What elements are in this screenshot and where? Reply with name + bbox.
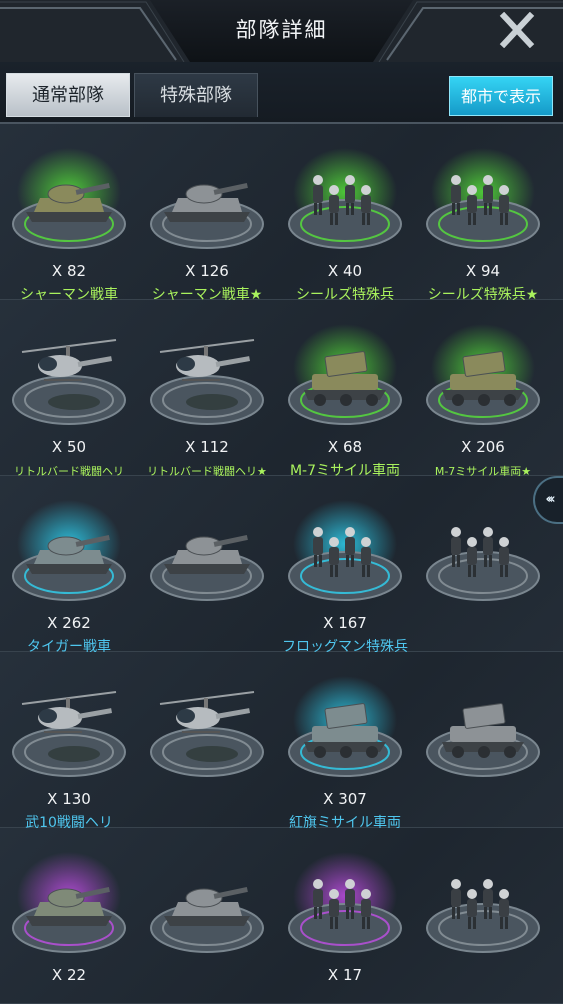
tank-icon (150, 534, 264, 601)
tank-icon (150, 182, 264, 249)
unit-card[interactable] (414, 828, 552, 1003)
unit-card[interactable]: X 17 (276, 828, 414, 1003)
missile-vehicle-icon (426, 324, 540, 425)
unit-count: X 130 (47, 790, 91, 808)
missile-vehicle-icon (426, 703, 540, 777)
unit-card[interactable]: X 112 リトルバード戦闘ヘリ★ (138, 300, 276, 478)
tab-normal-units[interactable]: 通常部隊 (6, 73, 130, 117)
unit-count: X 167 (323, 614, 367, 632)
helicopter-icon (12, 691, 126, 777)
tab-special-units[interactable]: 特殊部隊 (134, 73, 258, 117)
unit-count: X 22 (51, 966, 87, 984)
unit-card[interactable]: X 167 フロッグマン特殊兵 (276, 476, 414, 655)
soldiers-icon (288, 500, 402, 601)
unit-card[interactable] (414, 476, 552, 651)
unit-card[interactable] (138, 828, 276, 1003)
tank-icon (12, 500, 126, 601)
helicopter-icon (12, 339, 126, 425)
unit-count: X 126 (185, 262, 229, 280)
missile-vehicle-icon (288, 324, 402, 425)
helicopter-icon (150, 339, 264, 425)
unit-count: X 17 (327, 966, 363, 984)
unit-count: X 112 (185, 438, 229, 456)
unit-card[interactable]: X 262 タイガー戦車 (0, 476, 138, 655)
close-icon[interactable] (497, 12, 537, 48)
tank-icon (12, 148, 126, 249)
unit-card[interactable]: X 22 (0, 828, 138, 1003)
unit-card[interactable]: X 40 シールズ特殊兵 (276, 124, 414, 303)
unit-row: X 82 シャーマン戦車 X 126 シャーマン戦車★ X 40 シールズ特殊兵 X 94 シ… (0, 124, 563, 303)
unit-card[interactable] (414, 652, 552, 827)
unit-count: X 40 (327, 262, 363, 280)
helicopter-icon (150, 691, 264, 777)
missile-vehicle-icon (288, 676, 402, 777)
unit-row: X 50 リトルバード戦闘ヘリ X 112 リトルバード戦闘ヘリ★ X 68 M-7ミサイ… (0, 300, 563, 479)
soldiers-icon (288, 148, 402, 249)
unit-count: X 82 (51, 262, 87, 280)
unit-count: X 68 (327, 438, 363, 456)
unit-card[interactable]: X 94 シールズ特殊兵★ (414, 124, 552, 303)
page-title: 部隊詳細 (235, 18, 328, 42)
unit-card[interactable]: X 50 リトルバード戦闘ヘリ (0, 300, 138, 478)
unit-card[interactable] (138, 476, 276, 651)
header-bar: 部隊詳細 (0, 0, 563, 63)
tab-bar: 通常部隊 特殊部隊 都市で表示 (0, 62, 563, 124)
unit-count: X 50 (51, 438, 87, 456)
soldiers-icon (426, 879, 540, 953)
soldiers-icon (426, 148, 540, 249)
unit-row: X 22 X 17 (0, 828, 563, 1004)
unit-count: X 94 (465, 262, 501, 280)
unit-card[interactable]: X 68 M-7ミサイル車両 (276, 300, 414, 479)
unit-row: X 262 タイガー戦車 X 167 フロッグマン特殊兵 (0, 476, 563, 655)
unit-card[interactable]: X 82 シャーマン戦車 (0, 124, 138, 303)
soldiers-icon (426, 527, 540, 601)
unit-card[interactable] (138, 652, 276, 827)
unit-card[interactable]: X 206 M-7ミサイル車両★ (414, 300, 552, 478)
tank-icon (150, 886, 264, 953)
unit-card[interactable]: X 307 紅旗ミサイル車両 (276, 652, 414, 831)
unit-count: X 307 (323, 790, 367, 808)
unit-card[interactable]: X 126 シャーマン戦車★ (138, 124, 276, 303)
tank-icon (12, 852, 126, 953)
show-in-city-button[interactable]: 都市で表示 (449, 76, 553, 116)
unit-grid: X 82 シャーマン戦車 X 126 シャーマン戦車★ X 40 シールズ特殊兵 X 94 シ… (0, 124, 563, 1004)
unit-card[interactable]: X 130 武10戦闘ヘリ (0, 652, 138, 831)
unit-row: X 130 武10戦闘ヘリ X 307 紅旗ミサイル車両 (0, 652, 563, 831)
unit-count: X 262 (47, 614, 91, 632)
soldiers-icon (288, 852, 402, 953)
unit-count: X 206 (461, 438, 505, 456)
